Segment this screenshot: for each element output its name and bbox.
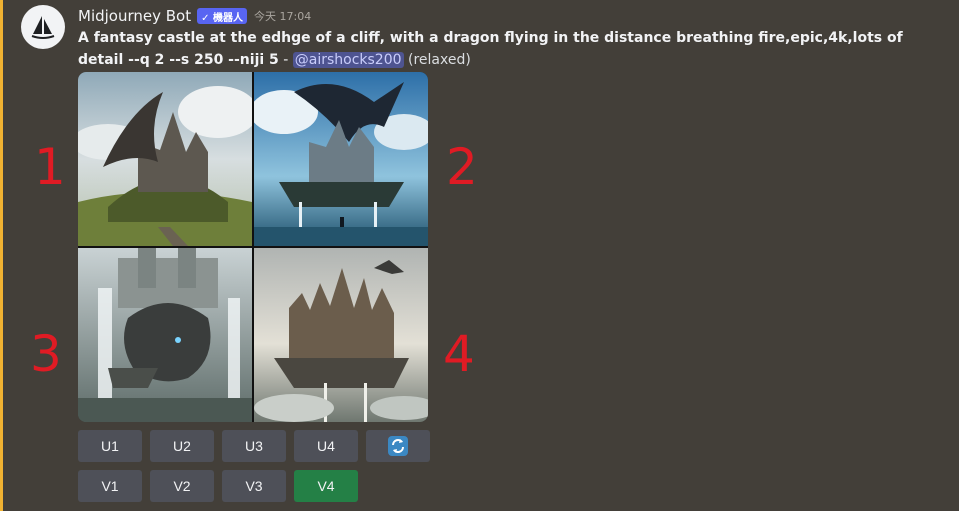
annotation-1: 1 bbox=[34, 138, 66, 196]
upscale-button-3[interactable]: U3 bbox=[222, 430, 286, 462]
reroll-button[interactable] bbox=[366, 430, 430, 462]
variation-button-2[interactable]: V2 bbox=[150, 470, 214, 502]
variation-button-1[interactable]: V1 bbox=[78, 470, 142, 502]
upscale-button-2[interactable]: U2 bbox=[150, 430, 214, 462]
grid-image-2[interactable] bbox=[254, 72, 428, 246]
bot-badge: ✓ 機器人 bbox=[197, 8, 247, 24]
bot-avatar[interactable] bbox=[21, 5, 65, 49]
sailboat-icon bbox=[31, 16, 55, 39]
grid-image-1[interactable] bbox=[78, 72, 252, 246]
variation-button-3[interactable]: V3 bbox=[222, 470, 286, 502]
annotation-4: 4 bbox=[443, 325, 475, 383]
user-mention[interactable]: @airshocks200 bbox=[292, 52, 404, 68]
message-timestamp[interactable]: 今天 17:04 bbox=[254, 8, 311, 24]
separator: - bbox=[278, 52, 293, 68]
annotation-2: 2 bbox=[446, 138, 478, 196]
message-content: A fantasy castle at the edhge of a cliff… bbox=[78, 27, 918, 71]
mode-label: (relaxed) bbox=[407, 52, 471, 68]
prompt-text: A fantasy castle at the edhge of a cliff… bbox=[78, 30, 903, 68]
grid-image-3[interactable] bbox=[78, 248, 252, 422]
refresh-icon bbox=[388, 436, 408, 456]
upscale-button-1[interactable]: U1 bbox=[78, 430, 142, 462]
image-grid[interactable] bbox=[78, 72, 428, 422]
highlight-bar bbox=[0, 0, 3, 511]
message-header: Midjourney Bot ✓ 機器人 今天 17:04 bbox=[78, 5, 311, 27]
annotation-3: 3 bbox=[30, 325, 62, 383]
variation-button-4[interactable]: V4 bbox=[294, 470, 358, 502]
grid-image-4[interactable] bbox=[254, 248, 428, 422]
upscale-button-4[interactable]: U4 bbox=[294, 430, 358, 462]
author-name[interactable]: Midjourney Bot bbox=[78, 7, 191, 25]
